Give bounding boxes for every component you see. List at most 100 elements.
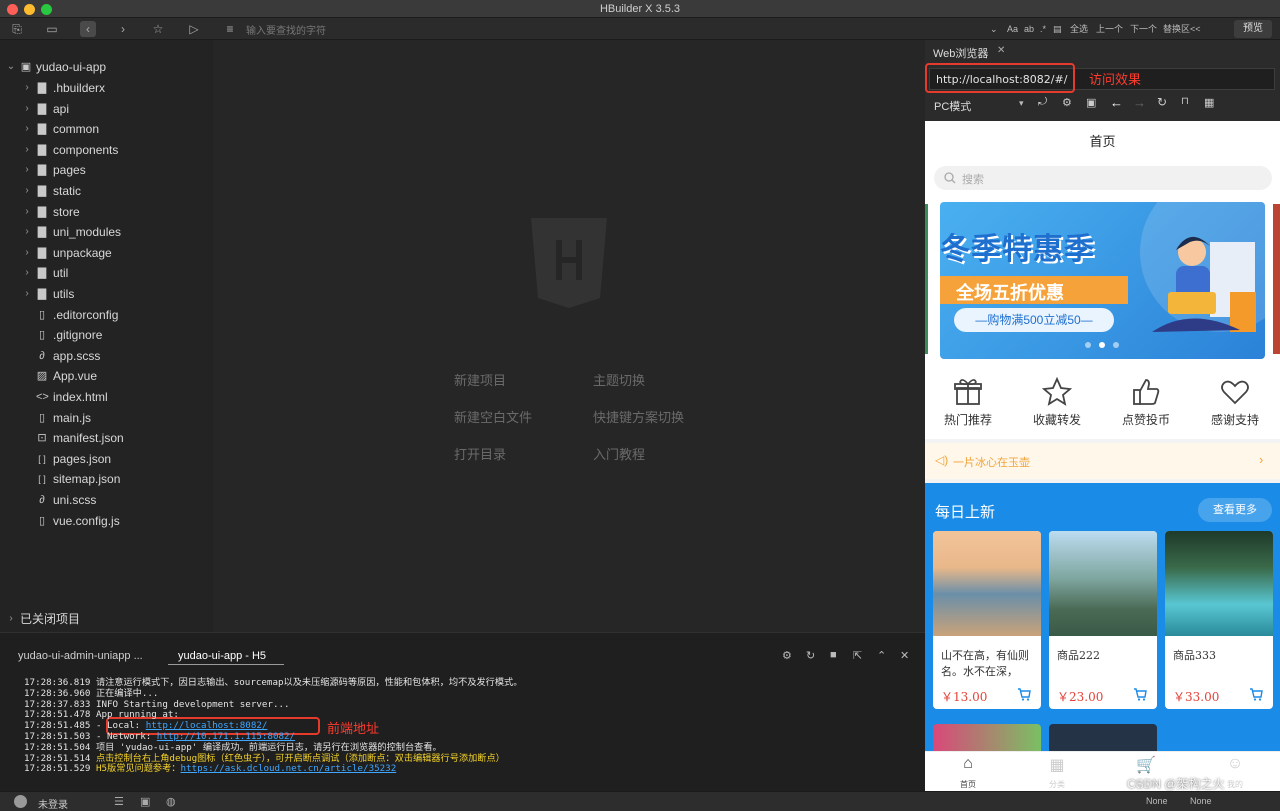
forward-icon[interactable]: › <box>115 21 131 37</box>
chevron-right-icon[interactable]: › <box>22 78 32 98</box>
chevron-right-icon[interactable]: › <box>22 181 32 201</box>
chevron-right-icon[interactable]: › <box>6 609 16 629</box>
add-to-cart-icon[interactable] <box>1249 687 1263 701</box>
console-tab-app[interactable]: yudao-ui-app - H5 <box>178 650 266 662</box>
add-to-cart-icon[interactable] <box>1133 687 1147 701</box>
toolbar-search-input[interactable]: 输入要查找的字符 <box>246 22 326 37</box>
line-ending-status[interactable]: None <box>1190 796 1212 806</box>
product-image[interactable] <box>1165 531 1273 636</box>
view-more-button[interactable]: 查看更多 <box>1198 498 1272 522</box>
terminal-icon[interactable]: ▣ <box>140 795 150 808</box>
debug-bug-icon[interactable]: ⚙ <box>782 649 792 662</box>
chevron-right-icon[interactable]: › <box>22 119 32 139</box>
search-input[interactable]: 搜索 <box>934 166 1272 190</box>
chevron-down-icon[interactable]: ⌄ <box>990 22 998 36</box>
product-card-partial[interactable] <box>1049 724 1157 754</box>
tree-item-index-html[interactable]: <> index.html <box>0 387 213 407</box>
tree-item-app-vue[interactable]: ▨ App.vue <box>0 366 213 386</box>
save-icon[interactable]: ▭ <box>44 21 60 37</box>
notice-bar[interactable]: ◁) 一片冰心在玉壶 › <box>925 443 1280 479</box>
rotate-icon[interactable]: ⤾ <box>1038 96 1047 109</box>
tree-item-uni-scss[interactable]: ∂ uni.scss <box>0 490 213 510</box>
chevron-right-icon[interactable]: › <box>22 243 32 263</box>
chevron-down-icon[interactable]: ⌄ <box>6 57 16 77</box>
encoding-status[interactable]: None <box>1146 796 1168 806</box>
device-mode-select[interactable]: PC模式 <box>934 98 971 114</box>
function-label[interactable]: 点赞投币 <box>1106 411 1186 428</box>
chevron-right-icon[interactable]: › <box>22 202 32 222</box>
tree-item-manifest-json[interactable]: ⊡ manifest.json <box>0 428 213 448</box>
console-icon[interactable]: ▣ <box>1086 96 1096 109</box>
gift-icon[interactable] <box>953 377 983 407</box>
new-blank-file-link[interactable]: 新建空白文件 <box>454 407 532 426</box>
function-label[interactable]: 热门推荐 <box>928 411 1008 428</box>
bookmark-star-icon[interactable]: ☆ <box>150 21 166 37</box>
globe-icon[interactable]: ◍ <box>166 795 176 808</box>
run-icon[interactable]: ▷ <box>186 21 202 37</box>
login-status[interactable]: 未登录 <box>38 796 68 811</box>
tree-item-hbuilderx[interactable]: › ▇ .hbuilderx <box>0 78 213 98</box>
open-external-icon[interactable]: ⇱ <box>853 649 862 662</box>
category-grid-icon[interactable]: ▦ <box>1032 755 1082 775</box>
reload-icon[interactable]: ↻ <box>1157 95 1167 109</box>
tree-item-unpackage[interactable]: › ▇ unpackage <box>0 243 213 263</box>
theme-switch-link[interactable]: 主题切换 <box>593 370 645 389</box>
open-directory-link[interactable]: 打开目录 <box>454 444 506 463</box>
preview-button[interactable]: 预览 <box>1234 20 1272 38</box>
new-file-icon[interactable]: ⎘ <box>9 21 25 37</box>
product-image[interactable] <box>933 531 1041 636</box>
chevron-down-icon[interactable]: ▾ <box>1019 98 1024 109</box>
tree-item-store[interactable]: › ▇ store <box>0 202 213 222</box>
tutorial-link[interactable]: 入门教程 <box>593 444 645 463</box>
chevron-right-icon[interactable]: › <box>22 263 32 283</box>
lock-icon[interactable]: ⊓ <box>1181 96 1189 107</box>
console-link[interactable]: http://localhost:8082/ <box>146 720 268 731</box>
heart-icon[interactable] <box>1220 377 1250 407</box>
chevron-right-icon[interactable]: › <box>22 222 32 242</box>
star-icon[interactable] <box>1042 377 1072 407</box>
prev-match-button[interactable]: 上一个 <box>1096 22 1123 36</box>
next-match-button[interactable]: 下一个 <box>1130 22 1157 36</box>
tree-item-api[interactable]: › ▇ api <box>0 99 213 119</box>
function-label[interactable]: 收藏转发 <box>1017 411 1097 428</box>
chevron-right-icon[interactable]: › <box>22 284 32 304</box>
carousel-dot-active[interactable] <box>1099 342 1105 348</box>
console-tab-admin[interactable]: yudao-ui-admin-uniapp ... <box>18 650 143 662</box>
qr-code-icon[interactable]: ▦ <box>1204 96 1214 109</box>
product-image[interactable] <box>1049 531 1157 636</box>
product-card[interactable]: 商品222 ￥23.00 <box>1049 531 1157 709</box>
close-tab-icon[interactable]: ✕ <box>997 45 1005 56</box>
tree-item-uni-modules[interactable]: › ▇ uni_modules <box>0 222 213 242</box>
tree-item-main-js[interactable]: ▯ main.js <box>0 408 213 428</box>
function-label[interactable]: 感谢支持 <box>1195 411 1275 428</box>
browser-back-icon[interactable]: ← <box>1110 95 1123 110</box>
thumb-up-icon[interactable] <box>1131 377 1161 407</box>
select-all-button[interactable]: 全选 <box>1070 22 1088 36</box>
web-browser-tab[interactable]: Web浏览器 <box>933 45 988 61</box>
regex-icon[interactable]: .* <box>1040 22 1046 36</box>
console-link[interactable]: http://10.171.1.115:8082/ <box>157 731 295 742</box>
new-project-link[interactable]: 新建项目 <box>454 370 506 389</box>
banner-slide[interactable]: 冬季特惠季 全场五折优惠 —购物满500立减50— <box>940 202 1265 359</box>
selection-icon[interactable]: ▤ <box>1053 22 1062 36</box>
tree-item-editorconfig[interactable]: ▯ .editorconfig <box>0 305 213 325</box>
product-card-partial[interactable] <box>933 724 1041 754</box>
chevron-right-icon[interactable]: › <box>22 99 32 119</box>
product-card[interactable]: 山不在高，有仙则名。水不在深， ￥13.00 <box>933 531 1041 709</box>
shortcut-switch-link[interactable]: 快捷键方案切换 <box>593 407 684 426</box>
tab-label[interactable]: 分类 <box>1032 779 1082 790</box>
tree-item-common[interactable]: › ▇ common <box>0 119 213 139</box>
tab-label[interactable]: 首页 <box>943 779 993 790</box>
product-card[interactable]: 商品333 ￥33.00 <box>1165 531 1273 709</box>
tab-label[interactable]: 购物车 <box>1121 779 1171 790</box>
match-case-button[interactable]: Aa <box>1007 22 1018 36</box>
chevron-right-icon[interactable]: › <box>22 160 32 180</box>
tree-item-gitignore[interactable]: ▯ .gitignore <box>0 325 213 345</box>
tree-item-sitemap-json[interactable]: [ ] sitemap.json <box>0 469 213 489</box>
add-to-cart-icon[interactable] <box>1017 687 1031 701</box>
tree-item-util[interactable]: › ▇ util <box>0 263 213 283</box>
replace-toggle-button[interactable]: 替换区<< <box>1163 22 1201 36</box>
user-icon[interactable]: ☺ <box>1210 755 1260 773</box>
closed-projects[interactable]: › 已关闭项目 <box>0 609 213 629</box>
chevron-right-icon[interactable]: › <box>22 140 32 160</box>
